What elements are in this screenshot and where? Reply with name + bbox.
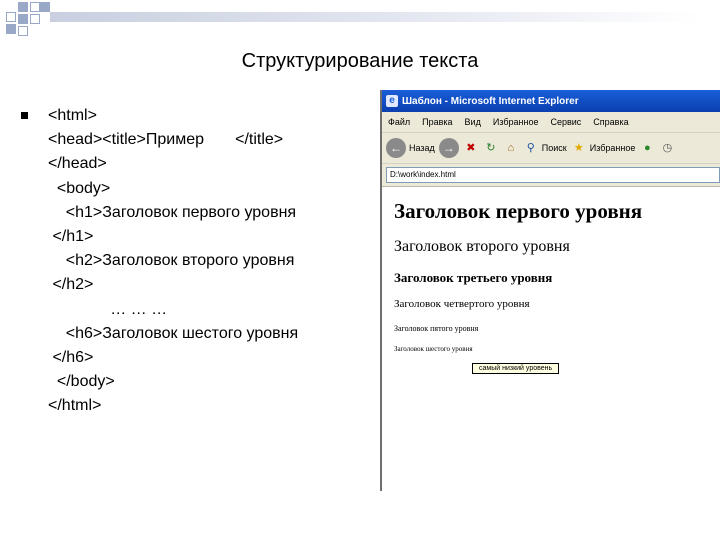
deco-square	[18, 26, 28, 36]
back-arrow-icon: ←	[386, 138, 406, 158]
code-line: <h6>Заголовок шестого уровня	[48, 324, 299, 342]
history-icon[interactable]: ◷	[659, 140, 675, 156]
deco-square	[30, 2, 40, 12]
address-field[interactable]: D:\work\index.html	[386, 167, 720, 183]
menu-item-file[interactable]: Файл	[388, 117, 410, 127]
code-line: </h1>	[48, 227, 94, 245]
menu-item-view[interactable]: Вид	[465, 117, 481, 127]
code-line: </head>	[48, 155, 107, 173]
heading-level-6: Заголовок шестого уровня	[394, 345, 473, 353]
page-content: Заголовок первого уровня Заголовок второ…	[382, 187, 720, 375]
code-line: <h1>Заголовок первого уровня	[48, 203, 297, 221]
home-icon[interactable]: ⌂	[503, 140, 519, 156]
deco-square	[18, 14, 28, 24]
code-line: <h2>Заголовок второго уровня	[48, 252, 295, 270]
bullet-square-icon	[21, 112, 28, 119]
favorites-label: Избранное	[589, 143, 636, 153]
search-label: Поиск	[541, 143, 567, 153]
media-icon[interactable]: ●	[639, 140, 655, 156]
menu-item-favorites[interactable]: Избранное	[493, 117, 539, 127]
tooltip: самый низкий уровень	[472, 363, 560, 374]
browser-titlebar: e Шаблон - Microsoft Internet Explorer	[382, 90, 720, 112]
browser-screenshot: e Шаблон - Microsoft Internet Explorer Ф…	[380, 90, 720, 491]
menu-item-tools[interactable]: Сервис	[550, 117, 581, 127]
refresh-icon[interactable]: ↻	[483, 140, 499, 156]
heading-level-2: Заголовок второго уровня	[394, 238, 570, 255]
code-line: … … …	[48, 300, 168, 318]
menu-bar: Файл Правка Вид Избранное Сервис Справка	[382, 112, 720, 133]
heading-level-1: Заголовок первого уровня	[394, 199, 643, 223]
heading-level-5: Заголовок пятого уровня	[394, 324, 479, 333]
heading-level-3: Заголовок третьего уровня	[394, 270, 553, 285]
forward-button[interactable]: →	[438, 138, 459, 158]
back-label: Назад	[409, 143, 435, 153]
browser-toolbar: ← Назад → ✖ ↻ ⌂ ⚲ Поиск ★ Избранное ● ◷	[382, 133, 720, 164]
deco-square	[30, 14, 40, 24]
code-line: </html>	[48, 397, 102, 415]
heading-level-4: Заголовок четвертого уровня	[394, 298, 530, 310]
code-listing: <html> <head><title>Пример </title> </he…	[48, 104, 298, 418]
code-line: </body>	[48, 373, 115, 391]
window-title: Шаблон - Microsoft Internet Explorer	[402, 95, 579, 107]
deco-square	[18, 2, 28, 12]
deco-gradient-bar	[50, 12, 700, 22]
deco-square	[6, 12, 16, 22]
decorative-header	[0, 0, 720, 40]
deco-square	[6, 24, 16, 34]
search-button[interactable]: ⚲ Поиск	[523, 140, 567, 156]
address-bar: D:\work\index.html	[382, 164, 720, 187]
code-line: <head><title>Пример </title>	[48, 131, 284, 149]
favorites-button[interactable]: ★ Избранное	[571, 140, 636, 156]
slide-title: Структурирование текста	[241, 50, 479, 72]
code-line: <html>	[48, 107, 97, 124]
deco-square	[40, 2, 50, 12]
menu-item-help[interactable]: Справка	[593, 117, 628, 127]
star-icon: ★	[573, 142, 584, 154]
back-button[interactable]: ← Назад	[386, 138, 435, 158]
stop-icon[interactable]: ✖	[463, 140, 479, 156]
code-line: <body>	[48, 179, 111, 197]
ie-logo-icon: e	[386, 95, 398, 107]
search-icon: ⚲	[526, 142, 535, 154]
code-line: </h6>	[48, 348, 94, 366]
code-line: </h2>	[48, 276, 94, 294]
menu-item-edit[interactable]: Правка	[422, 117, 452, 127]
